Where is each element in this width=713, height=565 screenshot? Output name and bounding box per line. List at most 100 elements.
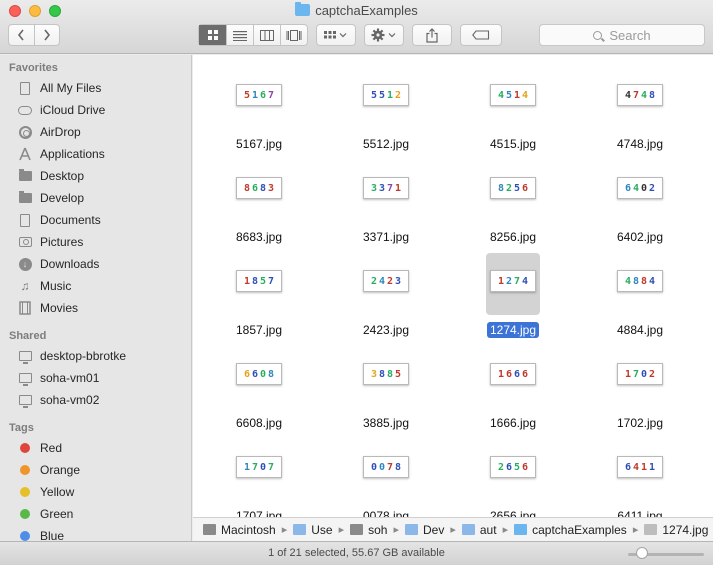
sidebar-item-all-my-files[interactable]: All My Files xyxy=(0,78,191,98)
file-item[interactable]: 2 6 5 6 2656.jpg xyxy=(453,439,573,517)
forward-button[interactable] xyxy=(33,25,59,45)
column-view-button[interactable] xyxy=(253,25,280,45)
file-name-label: 4515.jpg xyxy=(489,137,537,151)
sidebar-item-label: Develop xyxy=(40,191,85,205)
file-item[interactable]: 8 2 5 6 8256.jpg xyxy=(453,160,573,250)
sidebar-item-applications[interactable]: Applications xyxy=(0,144,191,164)
sidebar-item-tag-red[interactable]: Red xyxy=(0,438,191,458)
arrange-button[interactable] xyxy=(316,24,356,46)
sidebar-item-downloads[interactable]: ↓ Downloads xyxy=(0,254,191,274)
sidebar-item-soha-vm02[interactable]: soha-vm02 xyxy=(0,390,191,410)
back-button[interactable] xyxy=(9,25,34,45)
file-item[interactable]: 6 4 0 2 6402.jpg xyxy=(580,160,700,250)
folder-icon xyxy=(293,524,307,535)
file-name-label: 1707.jpg xyxy=(235,509,283,517)
monitor-icon xyxy=(18,371,32,386)
path-crumb[interactable]: aut ▸ xyxy=(461,523,514,537)
file-item[interactable]: 6 4 1 1 6411.jpg xyxy=(580,439,700,517)
sidebar-item-pictures[interactable]: Pictures xyxy=(0,232,191,252)
path-crumb[interactable]: Dev ▸ xyxy=(405,523,462,537)
captcha-digit: 6 xyxy=(260,89,267,101)
list-view-button[interactable] xyxy=(226,25,253,45)
file-item[interactable]: 3 3 7 1 3371.jpg xyxy=(326,160,446,250)
sidebar-item-develop[interactable]: Develop xyxy=(0,188,191,208)
navigation-buttons xyxy=(8,24,60,46)
captcha-digit: 8 xyxy=(387,368,394,380)
edit-tags-button[interactable] xyxy=(460,24,502,46)
sidebar-item-label: soha-vm01 xyxy=(40,371,100,385)
captcha-digit: 7 xyxy=(268,275,275,287)
file-item[interactable]: 1 2 7 4 1274.jpg xyxy=(453,253,573,343)
file-item[interactable]: 4 7 4 8 4748.jpg xyxy=(580,67,700,157)
captcha-thumbnail: 3371 xyxy=(363,177,409,199)
sidebar-item-tag-blue[interactable]: Blue xyxy=(0,526,191,541)
icon-view-button[interactable] xyxy=(199,25,226,45)
captcha-digit: 6 xyxy=(505,368,512,380)
file-item[interactable]: 5 5 1 2 5512.jpg xyxy=(326,67,446,157)
folder-icon xyxy=(405,524,418,535)
captcha-digit: 4 xyxy=(522,89,529,101)
captcha-digit: 8 xyxy=(641,275,648,287)
sidebar-item-tag-green[interactable]: Green xyxy=(0,504,191,524)
file-item[interactable]: 1 8 5 7 1857.jpg xyxy=(199,253,319,343)
path-crumb[interactable]: Macintosh ▸ xyxy=(203,523,293,537)
captcha-digit: 4 xyxy=(624,275,631,287)
sidebar-item-desktop[interactable]: Desktop xyxy=(0,166,191,186)
path-separator-icon: ▸ xyxy=(393,524,399,536)
action-button[interactable] xyxy=(364,24,404,46)
file-item[interactable]: 2 4 2 3 2423.jpg xyxy=(326,253,446,343)
sidebar-item-desktop-bbrotke[interactable]: desktop-bbrotke xyxy=(0,346,191,366)
file-item[interactable]: 3 8 8 5 3885.jpg xyxy=(326,346,446,436)
path-crumb[interactable]: soh ▸ xyxy=(350,523,405,537)
captcha-thumbnail: 4884 xyxy=(617,270,663,292)
sidebar-item-music[interactable]: ♫ Music xyxy=(0,276,191,296)
file-item[interactable]: 1 7 0 2 1702.jpg xyxy=(580,346,700,436)
captcha-digit: 0 xyxy=(260,461,267,473)
all-files-icon xyxy=(18,81,32,95)
path-separator-icon: ▸ xyxy=(338,524,345,536)
captcha-digit: 1 xyxy=(497,368,504,380)
captcha-digit: 7 xyxy=(387,182,394,194)
icon-size-slider-knob[interactable] xyxy=(636,547,648,559)
captcha-digit: 0 xyxy=(370,461,377,473)
captcha-digit: 3 xyxy=(370,182,377,194)
path-crumb[interactable]: captchaExamples ▸ xyxy=(514,523,644,537)
applications-icon xyxy=(18,147,32,161)
captcha-thumbnail: 6402 xyxy=(617,177,663,199)
captcha-digit: 6 xyxy=(522,461,529,473)
search-input[interactable]: Search xyxy=(539,24,705,46)
sidebar-item-documents[interactable]: Documents xyxy=(0,210,191,230)
sidebar-item-label: Pictures xyxy=(40,235,84,249)
path-crumb-label: Use xyxy=(311,522,333,537)
captcha-digit: 6 xyxy=(624,461,631,473)
file-item[interactable]: 8 6 8 3 8683.jpg xyxy=(199,160,319,250)
sidebar-item-label: Red xyxy=(40,441,63,455)
sidebar-item-soha-vm01[interactable]: soha-vm01 xyxy=(0,368,191,388)
file-item[interactable]: 6 6 0 8 6608.jpg xyxy=(199,346,319,436)
sidebar-item-airdrop[interactable]: AirDrop xyxy=(0,122,191,142)
sidebar-item-tag-orange[interactable]: Orange xyxy=(0,460,191,480)
file-name-label: 1274.jpg xyxy=(486,322,540,338)
captcha-digit: 1 xyxy=(497,275,504,287)
path-crumb[interactable]: 1274.jpg xyxy=(644,523,708,537)
file-item[interactable]: 4 5 1 4 4515.jpg xyxy=(453,67,573,157)
tag-color-dot-icon xyxy=(18,485,32,499)
cloud-icon xyxy=(18,103,32,117)
sidebar-item-tag-yellow[interactable]: Yellow xyxy=(0,482,191,502)
folder-icon xyxy=(295,2,311,16)
file-item[interactable]: 1 6 6 6 1666.jpg xyxy=(453,346,573,436)
captcha-digit: 4 xyxy=(522,275,529,287)
sidebar-item-icloud-drive[interactable]: iCloud Drive xyxy=(0,100,191,120)
captcha-digit: 2 xyxy=(370,275,377,287)
captcha-thumbnail: 8256 xyxy=(490,177,536,199)
file-item[interactable]: 4 8 8 4 4884.jpg xyxy=(580,253,700,343)
share-button[interactable] xyxy=(412,24,452,46)
file-item[interactable]: 0 0 7 8 0078.jpg xyxy=(326,439,446,517)
file-item[interactable]: 5 1 6 7 5167.jpg xyxy=(199,67,319,157)
cover-flow-view-button[interactable] xyxy=(280,25,307,45)
file-item[interactable]: 1 7 0 7 1707.jpg xyxy=(199,439,319,517)
airdrop-icon xyxy=(18,125,32,139)
captcha-digit: 0 xyxy=(378,461,385,473)
path-crumb[interactable]: Use ▸ xyxy=(293,523,350,537)
sidebar-item-movies[interactable]: Movies xyxy=(0,298,191,318)
